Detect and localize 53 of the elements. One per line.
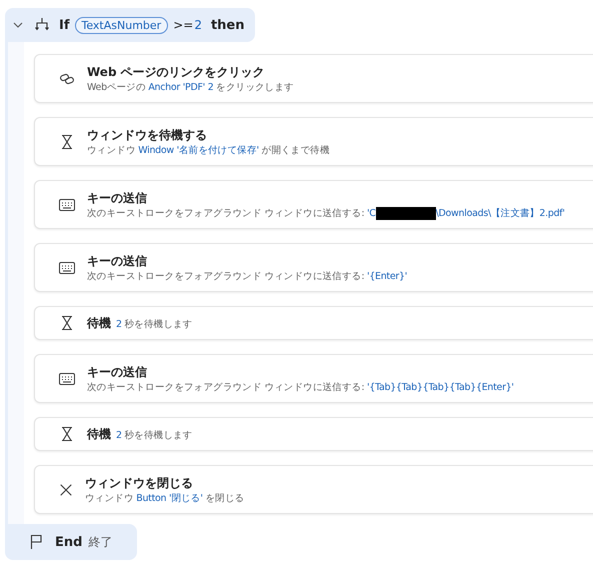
operator: >=: [173, 18, 194, 32]
action-card[interactable]: キーの送信 次のキーストロークをフォアグラウンド ウィンドウに送信する: '{Enter}': [34, 243, 593, 292]
keyboard-icon: [59, 198, 75, 210]
condition-value: 2: [194, 18, 202, 32]
action-title: ウィンドウを待機する: [87, 126, 208, 144]
action-description: Webページの: [87, 80, 147, 94]
branch-icon: [34, 17, 50, 33]
variable-pill: TextAsNumber: [74, 16, 168, 34]
action-description: ウィンドウ: [85, 492, 135, 504]
action-description: 次のキーストロークをフォアグラウンド ウィンドウに送信する:: [87, 206, 366, 220]
action-title: 待機: [87, 314, 111, 332]
action-title: キーの送信: [87, 364, 148, 380]
hourglass-icon: [59, 315, 75, 331]
action-title: 待機: [87, 426, 111, 442]
action-description: 秒を待機します: [123, 318, 192, 330]
if-block-header[interactable]: If TextAsNumber >=2 then: [5, 8, 255, 42]
parameter-value: 2: [116, 430, 122, 440]
close-icon: [59, 482, 73, 496]
action-card[interactable]: 待機 2 秒を待機します: [34, 306, 593, 340]
action-description: 次のキーストロークをフォアグラウンド ウィンドウに送信する:: [87, 380, 366, 394]
keyboard-icon: [59, 262, 75, 274]
parameter-value: Button '閉じる': [136, 492, 203, 504]
chevron-icon[interactable]: [13, 20, 23, 30]
action-card[interactable]: Web ページのリンクをクリック Webページの Anchor 'PDF' 2 をクリックします: [34, 54, 593, 103]
action-title: キーの送信: [87, 190, 148, 206]
then-keyword: then: [210, 18, 244, 32]
action-card[interactable]: ウィンドウを待機する ウィンドウ Window '名前を付けて保存' が開くまで待機: [34, 117, 593, 166]
if-keyword: If: [59, 18, 70, 32]
hourglass-icon: [59, 134, 75, 150]
action-description: 次のキーストロークをフォアグラウンド ウィンドウに送信する:: [87, 270, 366, 282]
action-description: ウィンドウ: [87, 144, 137, 156]
parameter-value: 'C: [366, 208, 376, 218]
end-keyword: End: [55, 534, 82, 550]
parameter-value: Window '名前を付けて保存': [138, 144, 259, 156]
parameter-value: '{Enter}': [366, 270, 408, 282]
end-block[interactable]: End 終了: [5, 524, 137, 560]
action-description: が開くまで待機: [260, 144, 330, 156]
action-description: を閉じる: [204, 492, 244, 504]
action-title: Web ページのリンクをクリック: [87, 64, 266, 80]
end-label: 終了: [88, 534, 112, 550]
redaction-bar: [376, 206, 436, 220]
action-title: キーの送信: [87, 252, 148, 270]
keyboard-icon: [59, 372, 75, 384]
parameter-value: 2: [116, 318, 122, 330]
action-card[interactable]: 待機 2 秒を待機します: [34, 417, 593, 451]
action-card[interactable]: ウィンドウを閉じる ウィンドウ Button '閉じる' を閉じる: [34, 465, 593, 514]
hourglass-icon: [59, 426, 75, 442]
parameter-value: '{Tab}{Tab}{Tab}{Tab}{Enter}': [366, 382, 514, 392]
parameter-value: Anchor 'PDF' 2: [148, 82, 214, 92]
action-description: 秒を待機します: [123, 428, 192, 442]
action-card[interactable]: キーの送信 次のキーストロークをフォアグラウンド ウィンドウに送信する: '{Tab}{Tab}{Tab}{Tab}{Enter}': [34, 354, 593, 403]
action-description: をクリックします: [215, 80, 294, 94]
action-title: ウィンドウを閉じる: [85, 474, 194, 492]
